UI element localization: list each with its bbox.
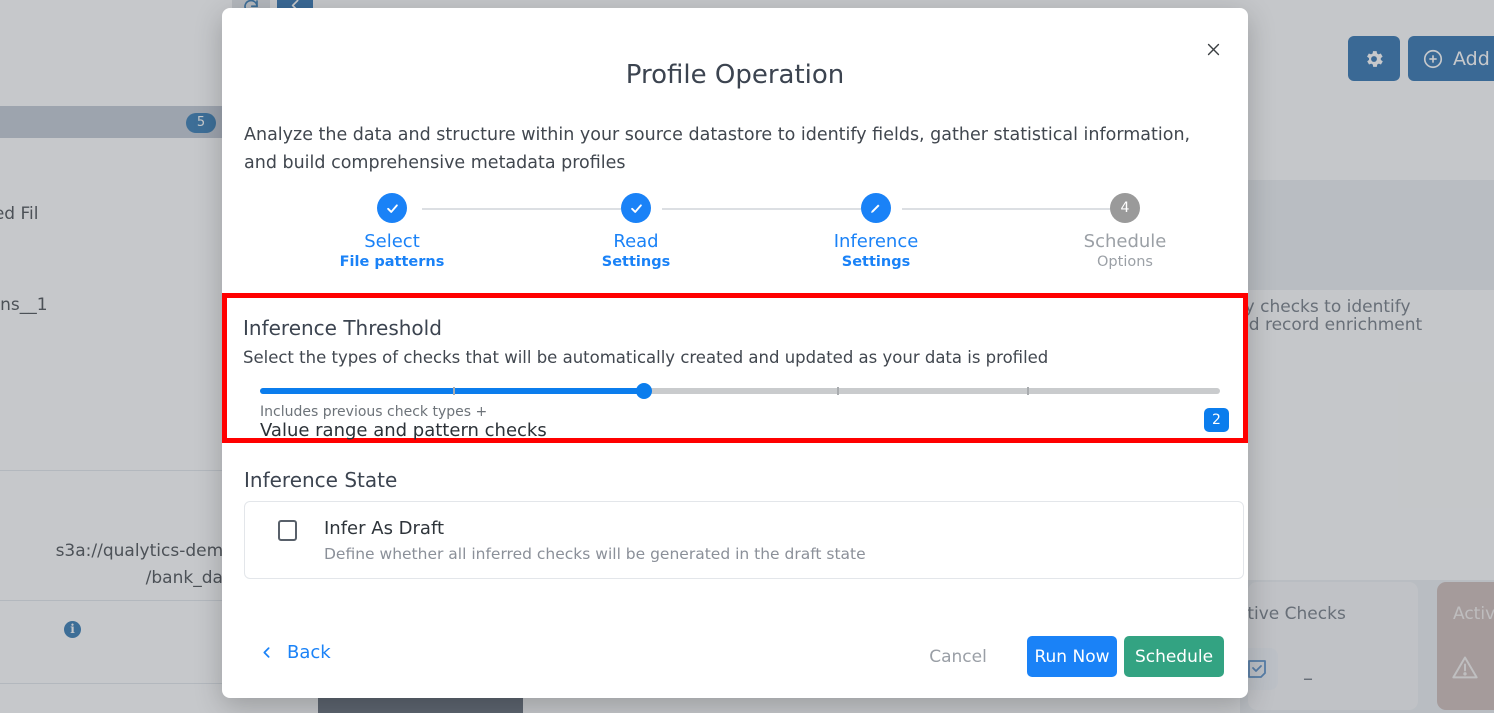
slider-tick bbox=[1027, 387, 1029, 395]
check-icon bbox=[386, 203, 398, 213]
wizard-stepper: Select File patterns Read Settings Infer… bbox=[244, 193, 1226, 288]
step-status-icon bbox=[621, 193, 651, 223]
step-label-primary: Read bbox=[613, 231, 659, 252]
plus-circle-icon bbox=[1423, 49, 1443, 68]
background-list-item: 9 Data bbox=[0, 432, 240, 452]
step-status-icon bbox=[861, 193, 891, 223]
stepper-step-read[interactable]: Read Settings bbox=[561, 193, 711, 270]
cancel-button[interactable]: Cancel bbox=[912, 636, 1004, 677]
dialog-description: Analyze the data and structure within yo… bbox=[244, 125, 1191, 173]
inference-state-title: Inference State bbox=[244, 468, 398, 492]
step-label-secondary: Settings bbox=[841, 254, 911, 270]
background-list-item: k_Dataset bbox=[0, 158, 240, 178]
stepper-step-select[interactable]: Select File patterns bbox=[317, 193, 467, 270]
inference-threshold-slider[interactable] bbox=[260, 383, 1220, 399]
page-title: Profile Operation bbox=[625, 60, 845, 90]
background-divider bbox=[0, 683, 240, 684]
chevron-left-icon bbox=[263, 647, 270, 658]
infer-as-draft-label: Infer As Draft bbox=[324, 518, 445, 539]
background-band bbox=[1240, 180, 1494, 290]
background-list-item: et - Staging bbox=[0, 491, 240, 511]
background-list-item: t bbox=[0, 655, 240, 675]
card-title: Activ bbox=[1453, 604, 1494, 624]
background-list-item: s bbox=[0, 4, 240, 24]
gear-icon[interactable] bbox=[1348, 36, 1400, 81]
step-status-icon bbox=[377, 193, 407, 223]
card-title: ctive Checks bbox=[1238, 604, 1346, 624]
inference-threshold-subtitle: Select the types of checks that will be … bbox=[243, 348, 1049, 367]
step-label-secondary: Settings bbox=[601, 254, 671, 270]
info-icon: i bbox=[64, 621, 81, 638]
add-button-label: Add bbox=[1453, 47, 1490, 70]
step-label-secondary: File patterns bbox=[339, 254, 445, 270]
background-list-item: ension_bank_transactions__1 bbox=[0, 295, 48, 315]
background-divider bbox=[0, 470, 240, 471]
card-active-checks: ctive Checks – bbox=[1236, 582, 1418, 710]
background-text: ty checks to identify bbox=[1238, 297, 1411, 317]
step-status-number: 4 bbox=[1110, 193, 1140, 223]
background-list-item: k Transactions Computed Fil bbox=[0, 204, 39, 224]
infer-as-draft-description: Define whether all inferred checks will … bbox=[324, 545, 866, 563]
run-now-button[interactable]: Run Now bbox=[1027, 636, 1117, 677]
back-button-label: Back bbox=[287, 642, 331, 663]
slider-thumb[interactable] bbox=[636, 383, 652, 399]
schedule-button[interactable]: Schedule bbox=[1124, 636, 1224, 677]
step-label-primary: Select bbox=[364, 231, 420, 252]
step-label-secondary: Options bbox=[1097, 254, 1153, 270]
add-button[interactable]: Add bbox=[1408, 36, 1494, 81]
stepper-step-schedule[interactable]: 4 Schedule Options bbox=[1050, 193, 1200, 270]
inference-threshold-section: Inference Threshold Select the types of … bbox=[222, 293, 1248, 443]
background-list-item: ated Balance bbox=[0, 386, 240, 406]
background-list-item: k_transactions__*.csv bbox=[0, 249, 240, 269]
background-left-panel: s aset - Staging 5 k_Dataset k Transacti… bbox=[0, 0, 240, 713]
card-active-warning: Activ bbox=[1437, 582, 1494, 710]
background-text: nd record enrichment bbox=[1238, 315, 1423, 335]
slider-value-badge: 2 bbox=[1204, 408, 1229, 432]
background-path-line: /bank_data bbox=[145, 568, 240, 588]
dialog-footer: Back Cancel Run Now Schedule bbox=[222, 628, 1248, 688]
slider-caption-small: Includes previous check types + bbox=[260, 404, 488, 420]
slider-tick bbox=[837, 387, 839, 395]
check-icon bbox=[630, 203, 642, 213]
pencil-icon bbox=[871, 204, 880, 213]
profile-operation-dialog: Profile Operation Analyze the data and s… bbox=[222, 8, 1248, 698]
slider-fill bbox=[260, 388, 644, 394]
background-list-item: 20174392719__*.csv bbox=[0, 341, 240, 361]
background-path-line: s3a://qualytics-demo- bbox=[55, 541, 240, 561]
warning-triangle-icon bbox=[1452, 656, 1478, 679]
step-label-primary: Schedule bbox=[1083, 231, 1167, 252]
infer-as-draft-checkbox[interactable] bbox=[278, 520, 297, 541]
background-count-badge: 5 bbox=[186, 113, 216, 133]
back-button[interactable]: Back bbox=[260, 642, 331, 663]
background-divider bbox=[0, 600, 240, 601]
step-label-primary: Inference bbox=[833, 231, 919, 252]
background-list-item: astore bbox=[0, 619, 240, 639]
inference-threshold-title: Inference Threshold bbox=[243, 316, 442, 340]
stepper-step-inference[interactable]: Inference Settings bbox=[801, 193, 951, 270]
slider-tick bbox=[453, 387, 455, 395]
infer-as-draft-card[interactable]: Infer As Draft Define whether all inferr… bbox=[244, 501, 1244, 579]
slider-caption-large: Value range and pattern checks bbox=[260, 420, 547, 441]
card-value: – bbox=[1303, 666, 1313, 690]
